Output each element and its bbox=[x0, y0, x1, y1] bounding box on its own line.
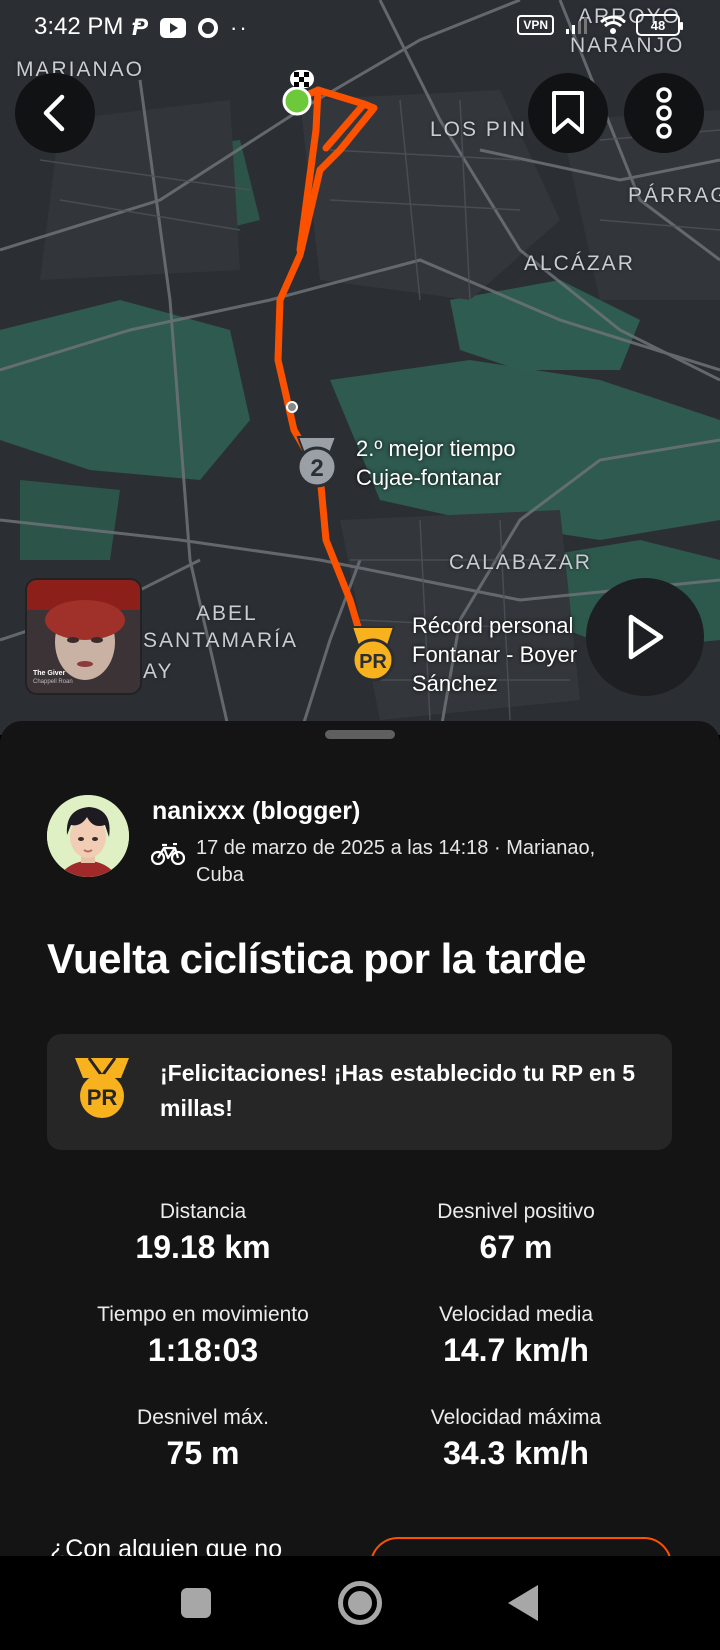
drag-handle[interactable] bbox=[325, 730, 395, 739]
stat-elevation-gain: Desnivel positivo 67 m bbox=[356, 1199, 676, 1267]
segment-pr-name-line1: Fontanar - Boyer bbox=[412, 642, 578, 667]
map-label-calabazar: CALABAZAR bbox=[449, 551, 592, 574]
stat-avg-speed: Velocidad media 14.7 km/h bbox=[356, 1302, 676, 1370]
map-label-ay: AY bbox=[143, 660, 174, 683]
map-label-alcazar: ALCÁZAR bbox=[524, 252, 635, 275]
companion-prompt-text: ¿Con alguien que no bbox=[50, 1535, 283, 1556]
pr-card-badge-text: PR bbox=[87, 1085, 118, 1110]
bookmark-button[interactable] bbox=[528, 73, 608, 153]
segment-pr-label[interactable]: Récord personal Fontanar - Boyer Sánchez bbox=[412, 611, 577, 698]
stat-max-speed-label: Velocidad máxima bbox=[430, 1406, 602, 1429]
pr-medal-card-icon: PR bbox=[71, 1054, 133, 1125]
segment-pr-rank: Récord personal bbox=[412, 613, 574, 638]
signal-icon bbox=[566, 17, 587, 34]
stat-max-elevation-value: 75 m bbox=[166, 1435, 240, 1471]
stat-elevation-gain-value: 67 m bbox=[479, 1229, 553, 1265]
companion-action-button[interactable] bbox=[370, 1537, 672, 1556]
p-app-icon: Ᵽ bbox=[132, 14, 149, 41]
stat-max-speed: Velocidad máxima 34.3 km/h bbox=[356, 1405, 676, 1473]
stat-moving-time-label: Tiempo en movimiento bbox=[97, 1303, 309, 1326]
stat-max-elevation-label: Desnivel máx. bbox=[137, 1406, 269, 1429]
music-player-thumbnail[interactable]: The Giver Chappell Roan bbox=[25, 578, 142, 695]
bike-icon bbox=[151, 843, 185, 865]
music-title: The Giver bbox=[33, 670, 66, 677]
bookmark-icon bbox=[552, 91, 584, 134]
activity-title: Vuelta ciclística por la tarde bbox=[47, 935, 587, 982]
segment-second-name: Cujae-fontanar bbox=[356, 465, 502, 490]
stat-max-speed-value: 34.3 km/h bbox=[443, 1435, 589, 1471]
stat-avg-speed-label: Velocidad media bbox=[438, 1303, 594, 1326]
pr-medal-icon[interactable]: PR bbox=[346, 623, 400, 688]
stat-distance-value: 19.18 km bbox=[135, 1229, 271, 1265]
vpn-icon: VPN bbox=[517, 15, 554, 35]
stat-max-elevation: Desnivel máx. 75 m bbox=[43, 1405, 363, 1473]
avatar-image bbox=[47, 795, 129, 877]
segment-pr-name-line2: Sánchez bbox=[412, 671, 498, 696]
map-label-santamaria: SANTAMARÍA bbox=[143, 629, 298, 652]
battery-icon: 48 bbox=[636, 14, 683, 36]
status-bar: 3:42 PM Ᵽ ·· VPN 48 bbox=[0, 0, 720, 56]
activity-date-location: 17 de marzo de 2025 a las 14:18 · Marian… bbox=[196, 837, 596, 886]
pr-congrats-card[interactable]: PR ¡Felicitaciones! ¡Has establecido tu … bbox=[47, 1034, 672, 1150]
activity-sheet[interactable]: nanixxx (blogger) 17 de marzo de 2025 a … bbox=[0, 721, 720, 1556]
music-artist: Chappell Roan bbox=[33, 679, 73, 685]
youtube-icon bbox=[160, 18, 187, 38]
stat-moving-time: Tiempo en movimiento 1:18:03 bbox=[43, 1302, 363, 1370]
map-label-parraga: PÁRRAG bbox=[628, 184, 720, 207]
map-label-abel: ABEL bbox=[196, 602, 258, 625]
map-label-los-pinos: LOS PIN bbox=[430, 118, 527, 141]
pr-map-badge-text: PR bbox=[359, 651, 387, 673]
home-button[interactable] bbox=[338, 1581, 382, 1625]
notification-icons: Ᵽ ·· bbox=[132, 14, 249, 42]
more-notifications-icon: ·· bbox=[230, 15, 249, 40]
second-place-medal-icon[interactable]: 2 bbox=[292, 433, 342, 494]
athlete-avatar[interactable] bbox=[47, 795, 129, 877]
album-art bbox=[27, 580, 140, 693]
stat-moving-time-value: 1:18:03 bbox=[147, 1332, 259, 1368]
more-vertical-icon bbox=[656, 87, 672, 139]
stat-elevation-gain-label: Desnivel positivo bbox=[437, 1200, 595, 1223]
segment-second-rank: 2.º mejor tiempo bbox=[356, 436, 516, 461]
stat-distance: Distancia 19.18 km bbox=[43, 1199, 363, 1267]
system-nav-bar bbox=[0, 1556, 720, 1650]
back-button[interactable] bbox=[15, 73, 95, 153]
chrome-icon bbox=[198, 18, 219, 38]
stat-avg-speed-value: 14.7 km/h bbox=[443, 1332, 589, 1368]
segment-second-label[interactable]: 2.º mejor tiempo Cujae-fontanar bbox=[356, 434, 516, 492]
system-icons: VPN 48 bbox=[517, 14, 683, 36]
second-place-badge-text: 2 bbox=[310, 455, 323, 482]
play-icon bbox=[628, 614, 664, 660]
back-arrow-icon bbox=[43, 94, 65, 132]
status-time: 3:42 PM bbox=[34, 13, 124, 40]
nav-back-button[interactable] bbox=[508, 1585, 538, 1621]
play-flyover-button[interactable] bbox=[586, 578, 704, 696]
more-options-button[interactable] bbox=[624, 73, 704, 153]
stat-distance-label: Distancia bbox=[159, 1200, 247, 1223]
wifi-icon bbox=[600, 15, 626, 34]
route-map[interactable]: MARIANAO ARROYO NARANJO LOS PIN PÁRRAG A… bbox=[0, 0, 720, 735]
pr-congrats-text: ¡Felicitaciones! ¡Has establecido tu RP … bbox=[160, 1060, 636, 1121]
recents-button[interactable] bbox=[181, 1588, 211, 1618]
athlete-name[interactable]: nanixxx (blogger) bbox=[152, 797, 360, 826]
